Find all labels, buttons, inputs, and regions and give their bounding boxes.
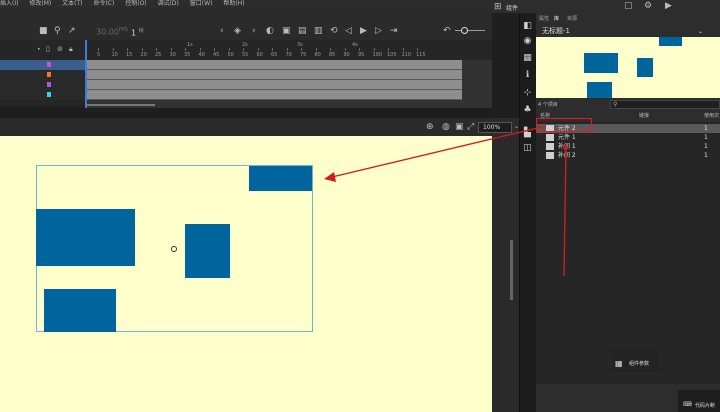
annotation-arrowhead (324, 172, 336, 182)
annotation-arrows (324, 125, 567, 277)
annotation-arrow-line (331, 125, 547, 178)
annotation-drag-line (563, 147, 567, 277)
